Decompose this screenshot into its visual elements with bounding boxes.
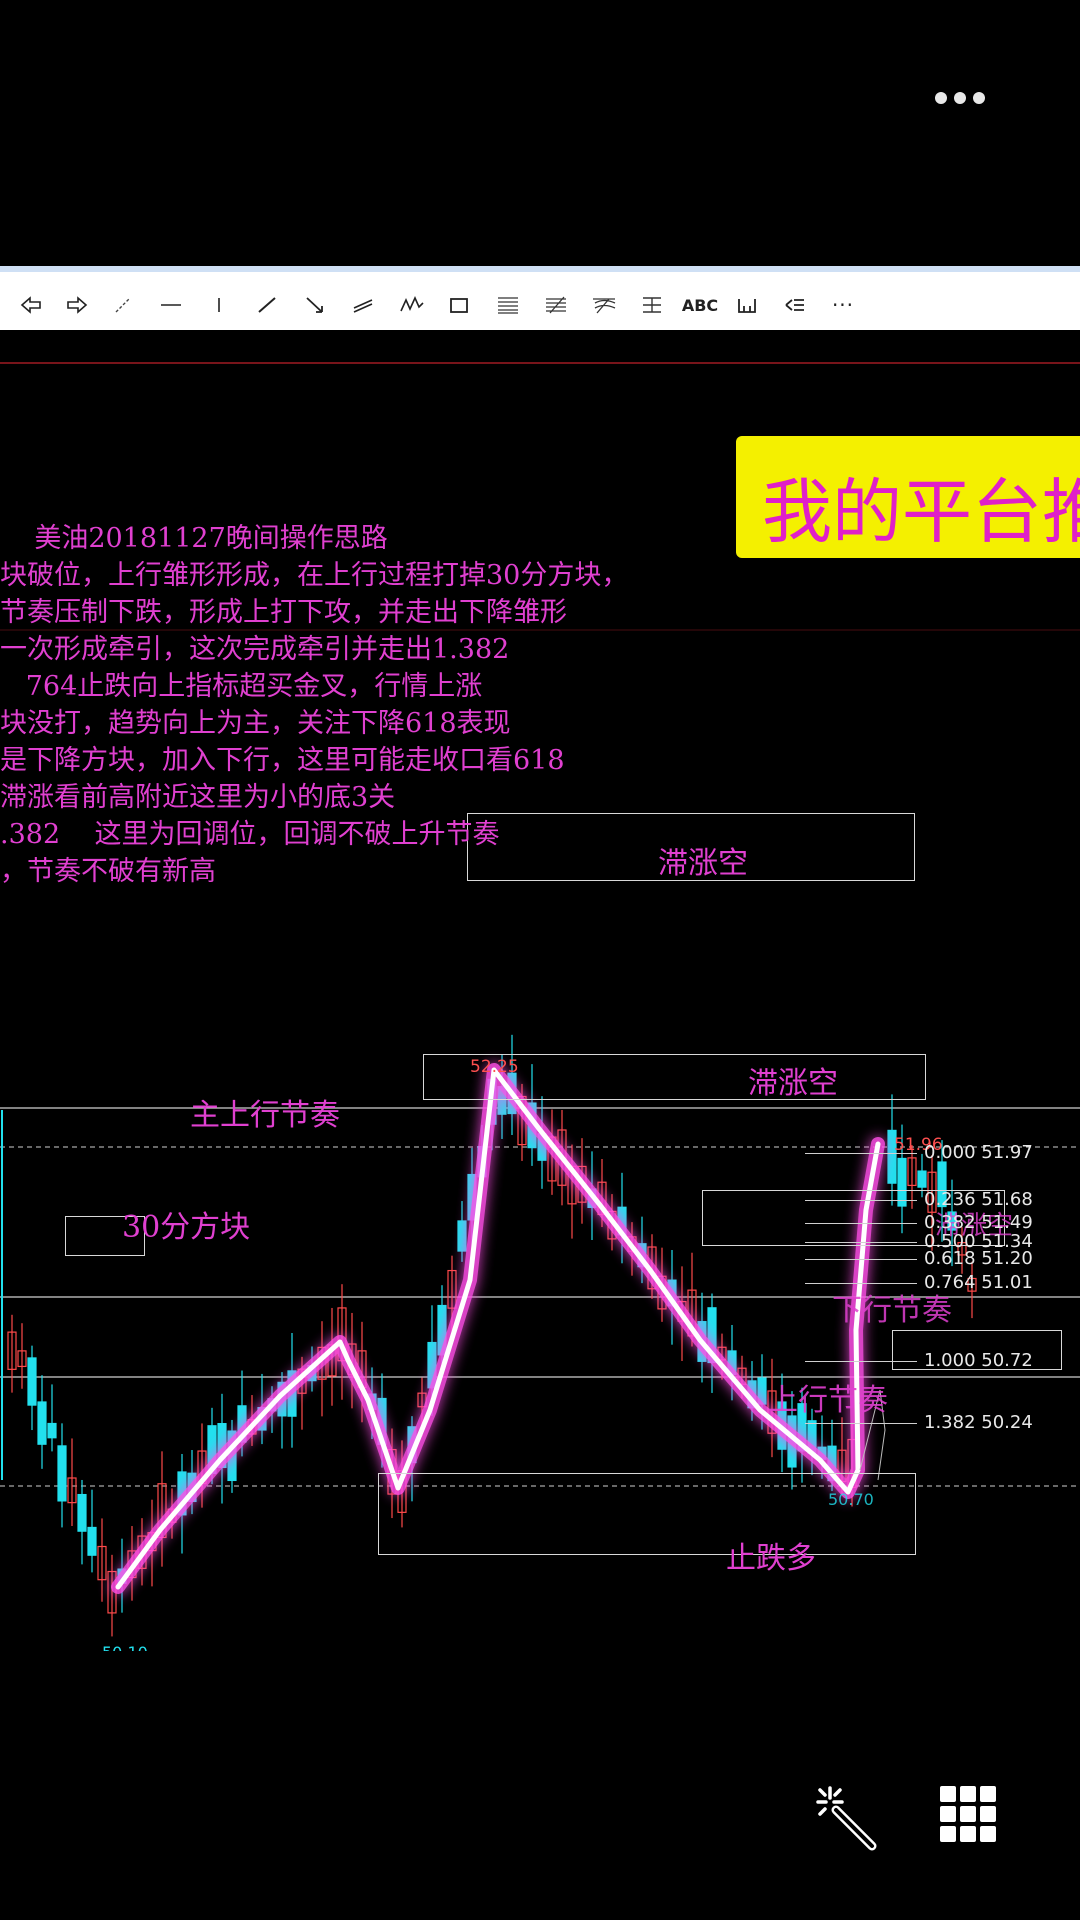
analysis-note-line: 节奏压制下跌，形成上打下攻，并走出下降雏形 [0,597,567,628]
low-price-label: 50.10 [102,1643,148,1651]
fib-level-line [805,1223,917,1224]
fib-timezone-icon[interactable] [638,292,666,318]
promo-banner-text: 我的平台推 [762,471,1080,553]
more-tools-button[interactable]: ··· [826,292,860,318]
candle-body [87,1526,97,1556]
fib-level-line [805,1200,917,1201]
drawing-toolbar: ABC ··· [0,266,1080,330]
label-block-30min: 30分方块 [122,1210,251,1245]
label-stall-short-2: 滞涨空 [748,1066,838,1101]
candle-body [47,1422,57,1439]
fib-level-label: 0.764 51.01 [924,1272,1033,1293]
analysis-notes: 美油20181127晚间操作思路块破位，上行雏形形成，在上行过程打掉30分方块，… [0,520,628,890]
fib-level-line [805,1361,917,1362]
arrow-line-icon[interactable] [302,292,328,318]
candle-body [37,1401,47,1445]
fib-fan-icon[interactable] [542,292,570,318]
parallel-channel-icon[interactable] [350,292,376,318]
fib-level-line [805,1242,917,1243]
label-up-rhythm: 上行节奏 [768,1383,888,1418]
analysis-note-line: 一次形成牵引，这次完成牵引并走出1.382 [0,634,510,665]
analysis-note-line: ，节奏不破有新高 [0,856,216,887]
fib-level-line [805,1259,917,1260]
cycle-lines-icon[interactable] [734,292,760,318]
analysis-note-line: 块没打，趋势向上为主，关注下降618表现 [0,708,511,739]
fib-level-label: 1.000 50.72 [924,1350,1033,1371]
vertical-line-icon[interactable] [206,292,232,318]
analysis-note-line: 是下降方块，加入下行，这里可能走收口看618 [0,745,565,776]
label-stall-short-1: 滞涨空 [658,846,748,881]
grid-menu-icon[interactable] [940,1786,996,1842]
fib-arc-icon[interactable] [590,292,618,318]
dash-line-icon[interactable] [110,292,136,318]
candle-body [77,1493,87,1532]
arrow-left-icon[interactable] [16,292,46,318]
fib-level-line [805,1423,917,1424]
fib-level-label: 0.382 51.49 [924,1212,1033,1233]
analysis-note-line: 块破位，上行雏形形成，在上行过程打掉30分方块， [0,560,629,591]
dot-icon [954,92,966,104]
candle-body [917,1170,927,1188]
candle-body [27,1357,37,1406]
fib-level-label: 0.000 51.97 [924,1142,1033,1163]
label-main-up-rhythm: 主上行节奏 [190,1098,340,1133]
candle-body [457,1220,467,1252]
arrow-right-icon[interactable] [62,292,92,318]
horizontal-line-icon[interactable] [158,292,184,318]
analysis-note-line: 美油20181127晚间操作思路 [0,523,388,554]
text-tool-button[interactable]: ABC [682,292,718,318]
dot-icon [935,92,947,104]
zigzag-icon[interactable] [398,292,426,318]
dot-icon [973,92,985,104]
promo-banner[interactable]: 我的平台推 [736,436,1080,558]
analysis-note-line: 764止跌向上指标超买金叉，行情上涨 [0,671,483,702]
fib-level-label: 0.618 51.20 [924,1248,1033,1269]
rectangle-icon[interactable] [446,292,472,318]
trend-line-icon[interactable] [254,292,280,318]
high-price-label: 52.25 [470,1057,519,1077]
fib-retracement-icon[interactable] [494,292,522,318]
analysis-note-line: .382 这里为回调位，回调不破上升节奏 [0,819,500,850]
fib-level-line [805,1283,917,1284]
analysis-note-line: 滞涨看前高附近这里为小的底3关 [0,782,396,813]
more-menu-button[interactable] [935,92,985,104]
magic-wand-icon[interactable] [808,1780,880,1856]
recent-low-label: 50.70 [828,1490,874,1509]
fib-level-line [805,1153,917,1154]
candle-body [57,1445,67,1502]
fib-level-label: 1.382 50.24 [924,1412,1033,1433]
gann-icon[interactable] [782,292,808,318]
stop-fall-long-box[interactable] [378,1473,916,1555]
label-stop-fall-long: 止跌多 [726,1541,816,1576]
fib-level-label: 0.236 51.68 [924,1189,1033,1210]
